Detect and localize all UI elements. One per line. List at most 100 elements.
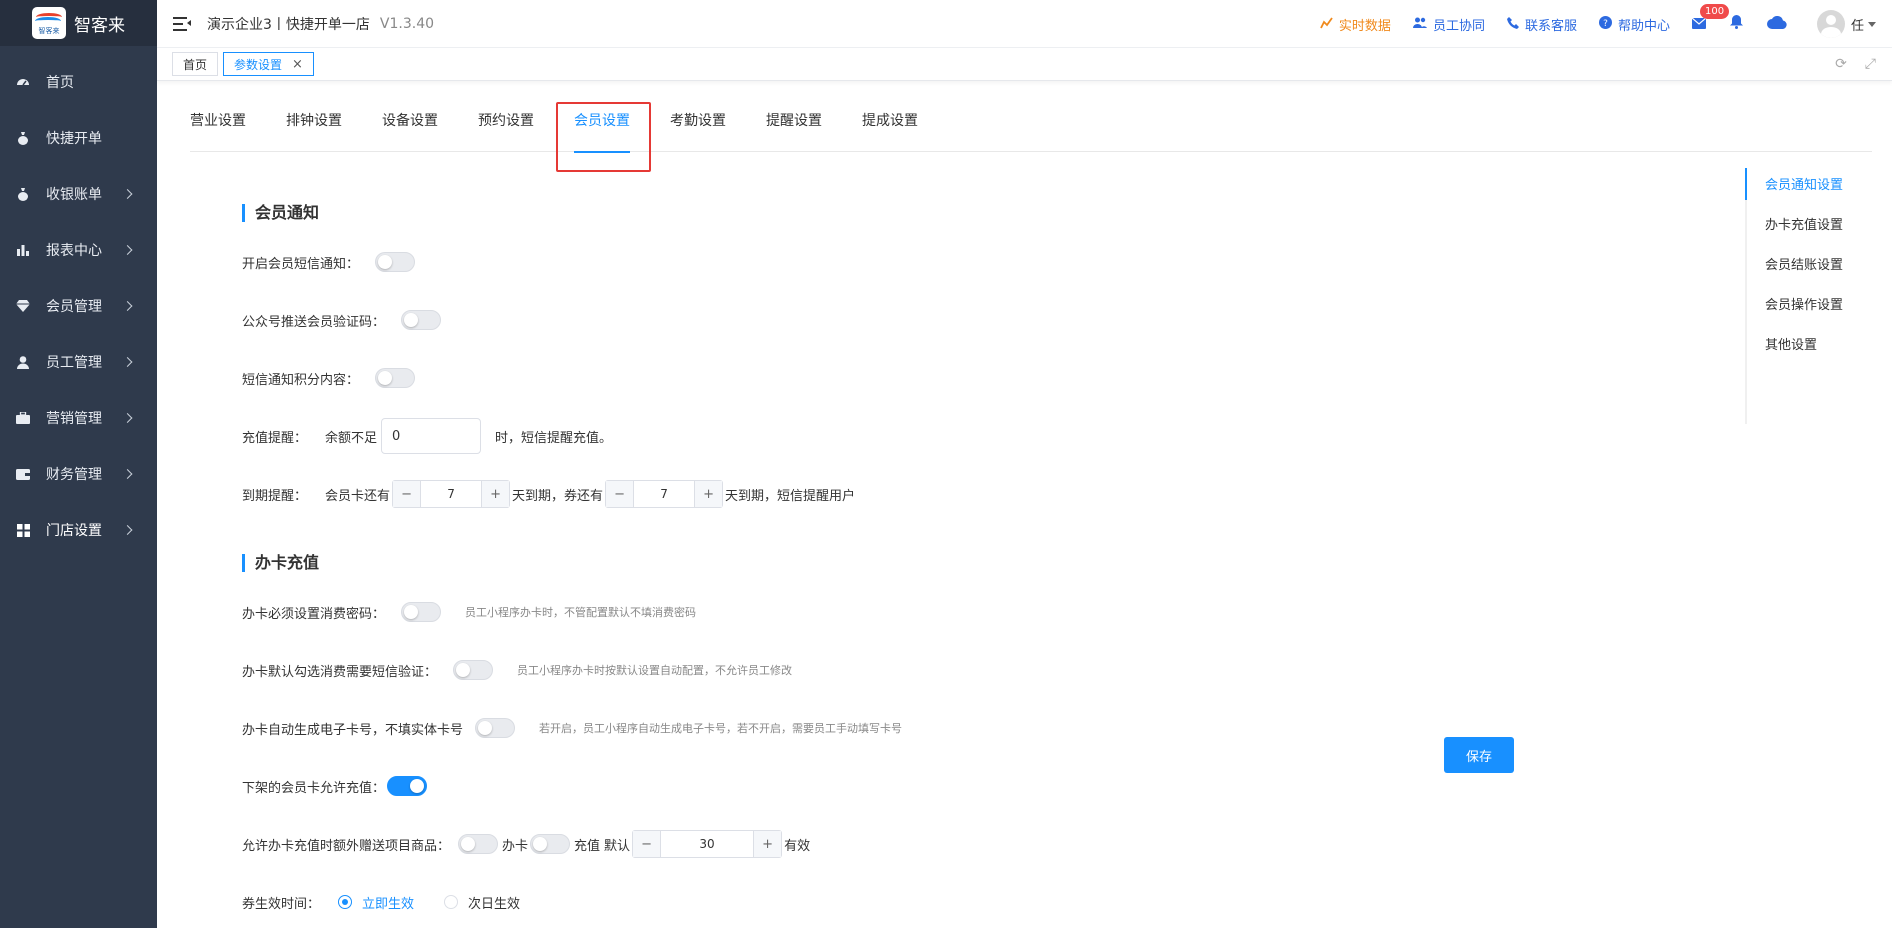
help-center-link[interactable]: ? 帮助中心 (1598, 15, 1670, 34)
save-button[interactable]: 保存 (1444, 737, 1514, 773)
chevron-right-icon (122, 469, 133, 479)
company-name: 演示企业3丨快捷开单一店 (207, 16, 370, 33)
grid-icon (16, 523, 30, 537)
main-content: 营业设置 排钟设置 设备设置 预约设置 会员设置 考勤设置 提醒设置 提成设置 … (157, 82, 1892, 928)
sidebar-item-store-settings[interactable]: 门店设置 (0, 502, 157, 558)
sidebar-item-quick-order[interactable]: 快捷开单 (0, 110, 157, 166)
page-tabs: 首页 参数设置 × ⟳ ⤢ (157, 48, 1892, 81)
row-sms-verify: 办卡默认勾选消费需要短信验证： 员工小程序办卡时按默认设置自动配置，不允许员工修… (242, 654, 792, 686)
bar-chart-icon (16, 243, 30, 257)
sidebar-item-staff[interactable]: 员工管理 (0, 334, 157, 390)
settings-tabs: 营业设置 排钟设置 设备设置 预约设置 会员设置 考勤设置 提醒设置 提成设置 (190, 112, 1872, 153)
row-auto-card-no: 办卡自动生成电子卡号，不填实体卡号 若开启，员工小程序自动生成电子卡号，若不开启… (242, 712, 902, 744)
sms-notify-switch[interactable] (375, 252, 416, 272)
decrement-button[interactable]: − (393, 481, 422, 507)
anchor-other[interactable]: 其他设置 (1747, 334, 1875, 354)
sidebar-item-finance[interactable]: 财务管理 (0, 446, 157, 502)
gift-days-value[interactable]: 30 (661, 831, 753, 857)
anchor-nav: 会员通知设置 办卡充值设置 会员结账设置 会员操作设置 其他设置 (1745, 168, 1875, 424)
increment-button[interactable]: + (481, 481, 510, 507)
row-recharge-reminder: 充值提醒： 余额不足 0 时，短信提醒充值。 (242, 418, 612, 454)
tab-business[interactable]: 营业设置 (190, 112, 246, 152)
close-icon[interactable]: × (292, 57, 303, 72)
user-name[interactable]: 任 (1851, 15, 1864, 34)
chevron-right-icon (122, 189, 133, 199)
row-sms-notify: 开启会员短信通知： (242, 246, 416, 278)
wechat-code-switch[interactable] (401, 310, 442, 330)
page-tab-home[interactable]: 首页 (172, 52, 219, 76)
chevron-right-icon (122, 301, 133, 311)
sidebar-item-members[interactable]: 会员管理 (0, 278, 157, 334)
caret-down-icon[interactable] (1868, 21, 1876, 27)
coupon-days-value[interactable]: 7 (634, 481, 694, 507)
chevron-right-icon (122, 357, 133, 367)
gift-recharge-switch[interactable] (530, 834, 571, 854)
page-tab-parameters[interactable]: 参数设置 × (223, 52, 314, 76)
help-icon: ? (1598, 16, 1612, 32)
tab-device[interactable]: 设备设置 (382, 112, 438, 152)
sms-points-switch[interactable] (375, 368, 416, 388)
sidebar-item-marketing[interactable]: 营销管理 (0, 390, 157, 446)
effect-next-day-radio[interactable] (444, 895, 459, 909)
offline-recharge-switch[interactable] (387, 776, 428, 796)
top-bar: 演示企业3丨快捷开单一店 V1.3.40 实时数据 员工协同 联系客服 ? 帮助… (157, 0, 1892, 48)
row-expire-reminder: 到期提醒： 会员卡还有 − 7 + 天到期，券还有 − 7 + 天到期，短信提醒… (242, 478, 855, 510)
tab-booking[interactable]: 预约设置 (478, 112, 534, 152)
section-title-card-recharge: 办卡充值 (242, 554, 319, 572)
avatar[interactable] (1816, 10, 1845, 38)
tab-commission[interactable]: 提成设置 (862, 112, 918, 152)
sms-verify-switch[interactable] (453, 660, 494, 680)
anchor-member-operation[interactable]: 会员操作设置 (1747, 294, 1875, 314)
anchor-member-notify[interactable]: 会员通知设置 (1745, 168, 1875, 200)
auto-card-switch[interactable] (475, 718, 516, 738)
refresh-icon[interactable]: ⟳ (1835, 56, 1847, 72)
gift-days-stepper: − 30 + (632, 830, 783, 858)
fullscreen-icon[interactable]: ⤢ (1865, 56, 1876, 72)
realtime-data-link[interactable]: 实时数据 (1320, 15, 1391, 34)
anchor-card-recharge[interactable]: 办卡充值设置 (1747, 214, 1875, 234)
increment-button[interactable]: + (753, 831, 782, 857)
anchor-member-checkout[interactable]: 会员结账设置 (1747, 254, 1875, 274)
dashboard-icon (16, 75, 30, 89)
chevron-right-icon (122, 525, 133, 535)
sidebar-item-reports[interactable]: 报表中心 (0, 222, 157, 278)
users-icon (1412, 17, 1427, 31)
sidebar-item-home[interactable]: 首页 (0, 54, 157, 110)
increment-button[interactable]: + (694, 481, 723, 507)
card-days-stepper: − 7 + (392, 480, 511, 508)
contact-support-link[interactable]: 联系客服 (1506, 15, 1577, 34)
brand-logo-icon: 智客来 (32, 7, 66, 39)
menu-toggle-icon[interactable] (173, 16, 191, 32)
tab-shift[interactable]: 排钟设置 (286, 112, 342, 152)
brand[interactable]: 智客来 智客来 (0, 0, 157, 46)
effect-immediate-radio[interactable] (338, 895, 353, 909)
mail-button[interactable]: 100 (1691, 4, 1730, 33)
mail-badge: 100 (1699, 4, 1730, 19)
tab-member[interactable]: 会员设置 (574, 112, 630, 153)
phone-icon (1506, 16, 1519, 32)
brand-name: 智客来 (74, 15, 125, 36)
cloud-button[interactable] (1766, 15, 1787, 33)
coupon-days-stepper: − 7 + (605, 480, 724, 508)
chevron-right-icon (122, 245, 133, 255)
decrement-button[interactable]: − (606, 481, 635, 507)
diamond-icon (16, 299, 30, 313)
staff-collab-link[interactable]: 员工协同 (1412, 15, 1485, 34)
wallet-icon (16, 467, 30, 481)
sidebar: 智客来 智客来 首页 快捷开单 收银账单 报表中心 会员管理 员工管理 营销管理… (0, 0, 157, 928)
card-password-switch[interactable] (401, 602, 442, 622)
sidebar-nav: 首页 快捷开单 收银账单 报表中心 会员管理 员工管理 营销管理 财务管理 门店… (0, 46, 157, 558)
sidebar-item-bills[interactable]: 收银账单 (0, 166, 157, 222)
top-actions: 实时数据 员工协同 联系客服 ? 帮助中心 100 任 (1320, 0, 1892, 48)
notifications-button[interactable] (1729, 15, 1743, 33)
row-coupon-effect: 券生效时间： 立即生效 次日生效 (242, 895, 521, 912)
card-days-value[interactable]: 7 (421, 481, 481, 507)
section-title-member-notify: 会员通知 (242, 204, 319, 222)
tab-reminder[interactable]: 提醒设置 (766, 112, 822, 152)
tab-tools: ⟳ ⤢ (1835, 56, 1876, 72)
decrement-button[interactable]: − (633, 831, 662, 857)
money-bag-icon (16, 187, 30, 201)
balance-threshold-input[interactable]: 0 (381, 418, 482, 454)
tab-attendance[interactable]: 考勤设置 (670, 112, 726, 152)
gift-card-switch[interactable] (458, 834, 499, 854)
